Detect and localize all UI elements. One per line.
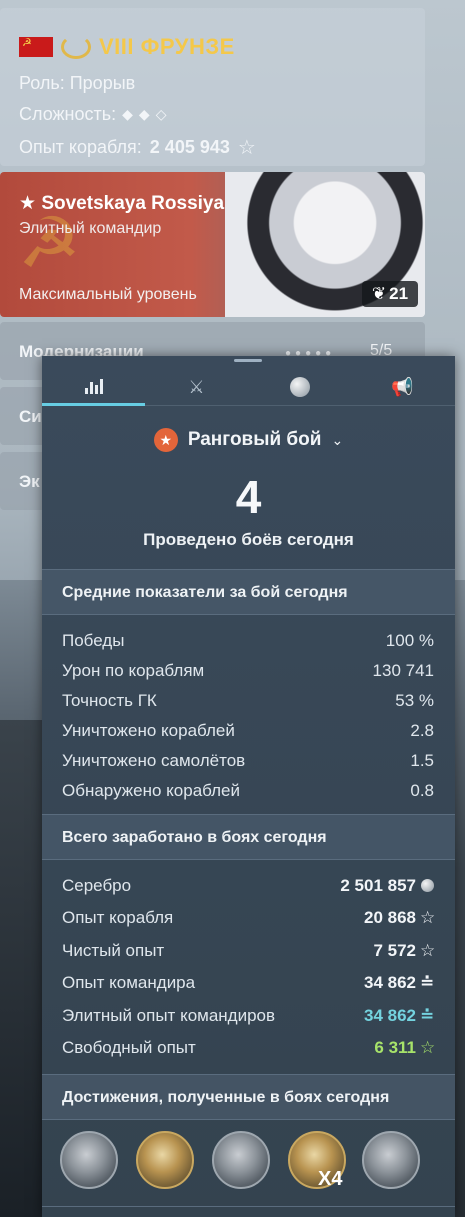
tab-bar: ⚔ 📢: [42, 368, 455, 406]
stat-row: Урон по кораблям 130 741: [62, 661, 434, 680]
commander-title: Элитный командир: [19, 220, 162, 237]
achievement-multiplier: X4: [318, 1168, 343, 1190]
tab-battles[interactable]: ⚔: [145, 368, 248, 406]
exp-value: 2 405 943: [149, 137, 230, 157]
commander-level-text: Максимальный уровень: [19, 286, 197, 303]
side-row-s-label: Си: [19, 407, 42, 426]
tab-economy[interactable]: [248, 368, 351, 406]
tab-announcements[interactable]: 📢: [351, 368, 454, 406]
battles-caption: Проведено боёв сегодня: [143, 530, 354, 549]
fire-achievement-icon[interactable]: [212, 1131, 270, 1189]
commander-name: ★ Sovetskaya Rossiya: [19, 193, 225, 214]
crossed-swords-icon: ⚔: [188, 376, 205, 397]
earned-row: Чистый опыт 7 572 ☆: [62, 941, 436, 960]
averages-title: Средние показатели за бой сегодня: [62, 584, 348, 601]
chevron-down-icon: ⌄: [331, 431, 344, 448]
difficulty-diamond-icon: ◆: [122, 106, 133, 122]
coins-icon: [289, 377, 310, 397]
tab-statistics[interactable]: [42, 368, 145, 406]
earned-row: Опыт командира 34 862 ≐: [62, 973, 435, 992]
difficulty-label: Сложность:: [19, 104, 117, 124]
exp-label: Опыт корабля:: [19, 137, 142, 157]
earned-title: Всего заработано в боях сегодня: [62, 829, 327, 846]
stat-row: Точность ГК 53 %: [62, 691, 434, 710]
commander-xp-icon: ≐: [420, 973, 435, 992]
achievements-header: Достижения, полученные в боях сегодня: [42, 1074, 455, 1120]
stat-row: Обнаружено кораблей 0.8: [62, 781, 434, 800]
megaphone-icon: 📢: [391, 376, 414, 397]
ship-info-panel: VIII ФРУНЗЕ Роль: Прорыв Сложность: ◆ ◆ …: [0, 8, 425, 166]
star-icon: ☆: [420, 941, 436, 960]
daily-stats-popup: ⚔ 📢 ★ Ранговый бой ⌄ 4 Проведено боёв се…: [42, 356, 455, 1217]
earned-row: Свободный опыт 6 311 ☆: [62, 1038, 436, 1057]
averages-header: Средние показатели за бой сегодня: [42, 569, 455, 615]
divider: [42, 1206, 455, 1207]
difficulty-diamond-icon: ◆: [138, 106, 150, 122]
ship-experience: Опыт корабля: 2 405 943 ☆: [19, 135, 256, 160]
commander-xp-icon: ≐: [420, 1006, 435, 1025]
elite-wreath-icon: [61, 35, 91, 59]
ship-title: VIII ФРУНЗЕ: [19, 34, 235, 60]
earned-row: Опыт корабля 20 868 ☆: [62, 908, 436, 927]
star-icon: ☆: [420, 1038, 436, 1057]
commander-level-badge: ❦ 21: [362, 281, 418, 307]
bar-chart-icon: [84, 378, 103, 394]
achievements-title: Достижения, полученные в боях сегодня: [62, 1089, 390, 1106]
role-label: Роль:: [19, 73, 65, 93]
laurel-icon: ❦: [371, 284, 387, 303]
stat-row: Победы 100 %: [62, 631, 434, 650]
battle-mode-selector[interactable]: ★ Ранговый бой ⌄: [42, 428, 455, 452]
difficulty-empty-diamond-icon: ◇: [155, 106, 167, 122]
ship-role: Роль: Прорыв: [19, 73, 135, 94]
drag-handle[interactable]: [234, 359, 262, 362]
earned-row: Серебро 2 501 857: [62, 876, 434, 902]
battle-mode-label: Ранговый бой: [187, 429, 322, 450]
ranked-battle-icon: ★: [153, 428, 178, 452]
ussr-flag-icon: [19, 36, 53, 57]
kraken-achievement-icon[interactable]: [60, 1131, 118, 1189]
battleship-achievement-icon[interactable]: [136, 1131, 194, 1189]
stat-row: Уничтожено самолётов 1.5: [62, 751, 434, 770]
earned-header: Всего заработано в боях сегодня: [42, 814, 455, 860]
ship-name: VIII ФРУНЗЕ: [99, 34, 235, 59]
side-row-e-label: Эк: [19, 472, 40, 491]
ship-difficulty: Сложность: ◆ ◆ ◇: [19, 104, 166, 125]
star-icon: ☆: [237, 137, 256, 159]
silver-coin-icon: [421, 879, 434, 892]
hourglass-achievement-icon[interactable]: [362, 1131, 420, 1189]
battles-count: 4: [235, 471, 262, 523]
earned-row: Элитный опыт командиров 34 862 ≐: [62, 1006, 435, 1025]
star-icon: ☆: [420, 908, 436, 927]
role-value: Прорыв: [69, 73, 136, 93]
commander-star-icon: ★: [19, 193, 37, 214]
stat-row: Уничтожено кораблей 2.8: [62, 721, 434, 740]
